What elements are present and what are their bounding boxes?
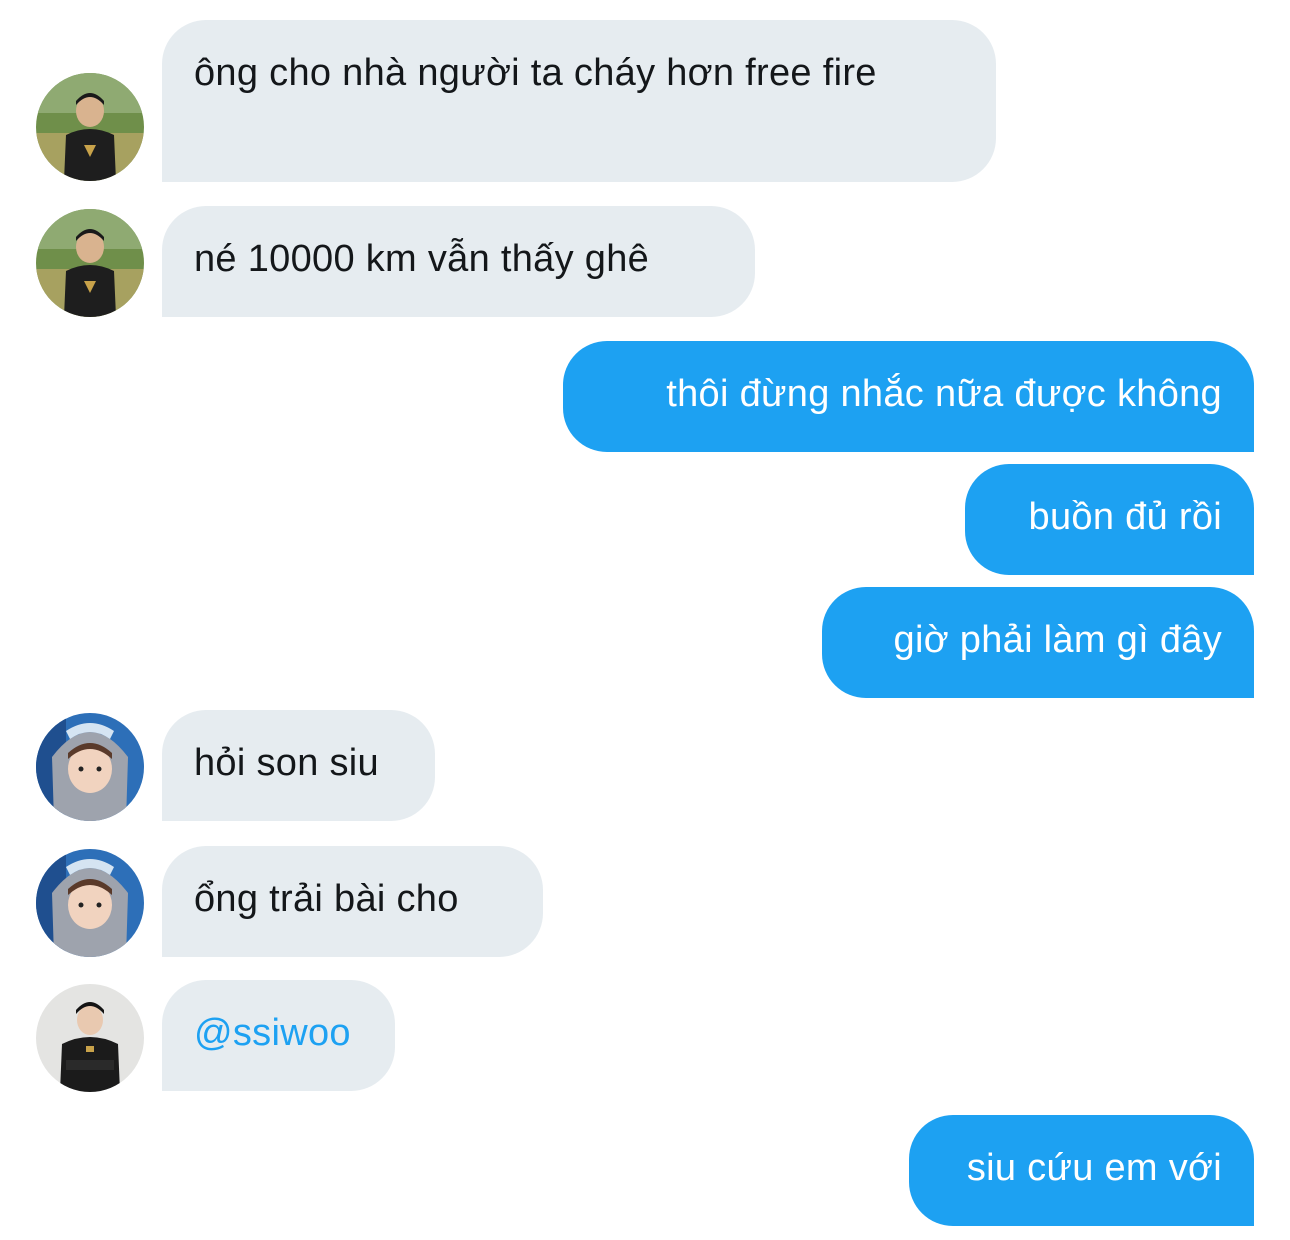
message-bubble[interactable]: né 10000 km vẫn thấy ghê bbox=[162, 206, 755, 317]
message-text: thôi đừng nhắc nữa được không bbox=[666, 373, 1222, 415]
message-text: buồn đủ rồi bbox=[1028, 496, 1222, 538]
player-avatar-hood-icon bbox=[36, 713, 144, 821]
message-bubble[interactable]: thôi đừng nhắc nữa được không bbox=[563, 341, 1254, 452]
player-avatar-studio-icon bbox=[36, 984, 144, 1092]
avatar[interactable] bbox=[36, 713, 144, 821]
message-text: né 10000 km vẫn thấy ghê bbox=[194, 238, 650, 280]
message-bubble[interactable]: siu cứu em với bbox=[909, 1115, 1254, 1226]
player-avatar-hood-icon bbox=[36, 849, 144, 957]
message-text: ông cho nhà người ta cháy hơn free fire bbox=[194, 52, 877, 94]
message-text: giờ phải làm gì đây bbox=[893, 619, 1222, 661]
message-bubble[interactable]: ổng trải bài cho bbox=[162, 846, 543, 957]
message-bubble[interactable]: giờ phải làm gì đây bbox=[822, 587, 1254, 698]
message-bubble[interactable]: ông cho nhà người ta cháy hơn free fire bbox=[162, 20, 996, 182]
avatar[interactable] bbox=[36, 984, 144, 1092]
player-avatar-field-icon bbox=[36, 73, 144, 181]
avatar[interactable] bbox=[36, 73, 144, 181]
message-bubble[interactable]: buồn đủ rồi bbox=[965, 464, 1254, 575]
message-bubble[interactable]: @ssiwoo bbox=[162, 980, 395, 1091]
message-text: hỏi son siu bbox=[194, 742, 379, 784]
avatar[interactable] bbox=[36, 849, 144, 957]
message-text: siu cứu em với bbox=[966, 1147, 1222, 1189]
message-bubble[interactable]: hỏi son siu bbox=[162, 710, 435, 821]
avatar[interactable] bbox=[36, 209, 144, 317]
player-avatar-field-icon bbox=[36, 209, 144, 317]
message-text: ổng trải bài cho bbox=[194, 878, 459, 920]
mention-link[interactable]: @ssiwoo bbox=[194, 1012, 351, 1054]
